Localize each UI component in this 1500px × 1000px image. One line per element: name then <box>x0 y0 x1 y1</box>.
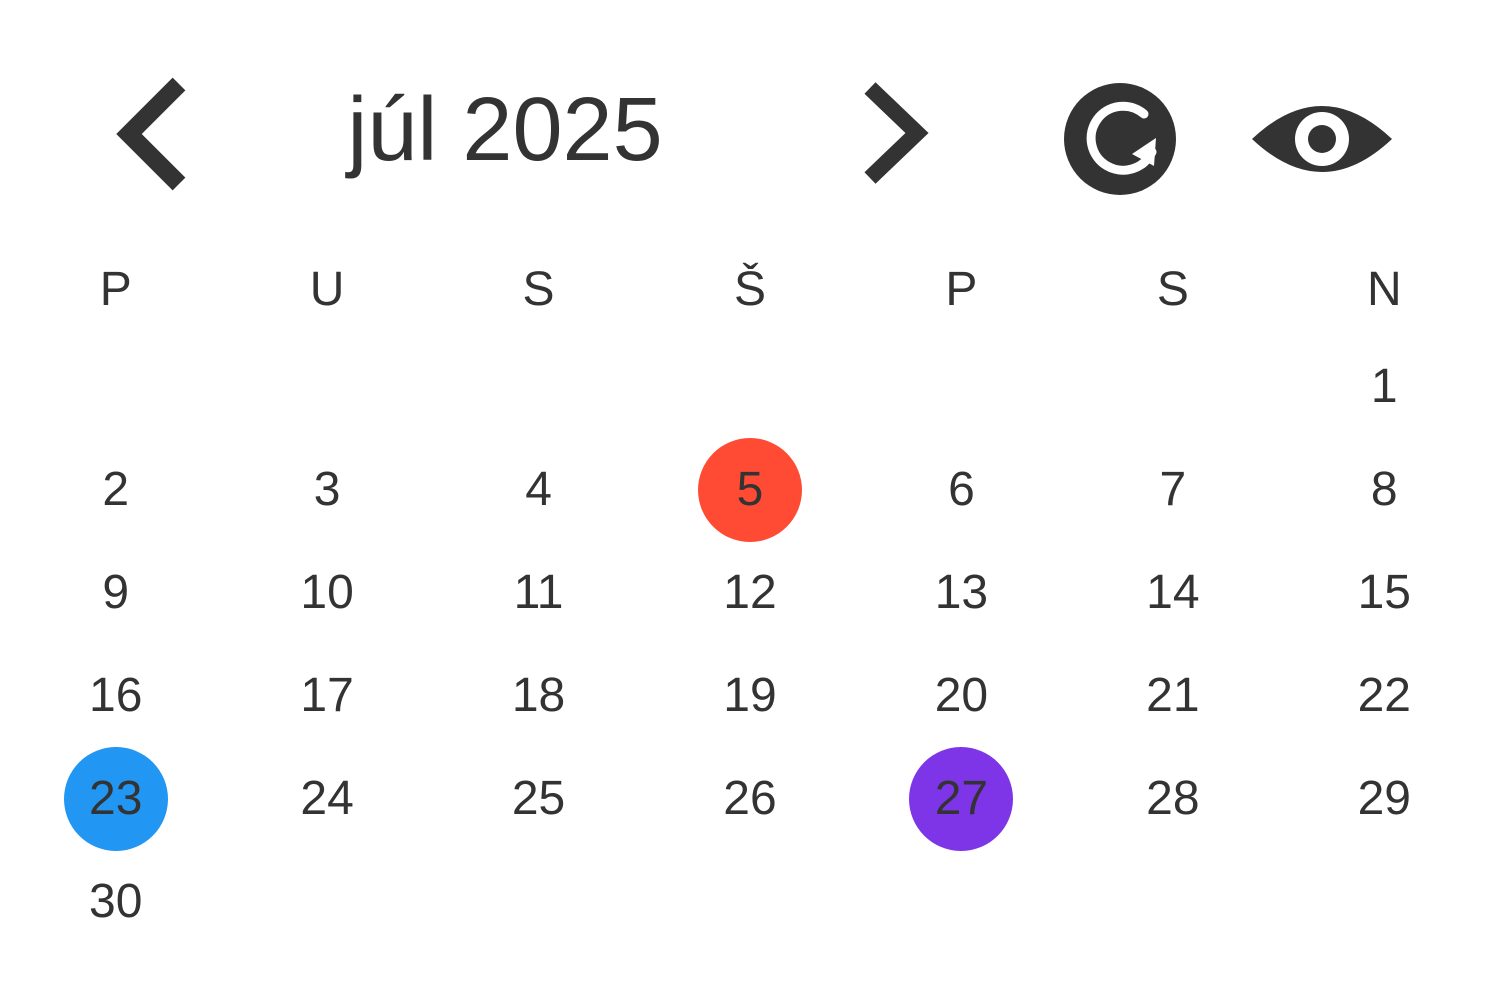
day-number[interactable]: 10 <box>275 541 379 645</box>
day-cell: 23 <box>10 746 221 851</box>
day-cell: 3 <box>221 438 432 541</box>
empty-day-cell <box>433 335 644 438</box>
day-number[interactable]: 28 <box>1121 747 1225 851</box>
day-number[interactable]: 7 <box>1121 438 1225 542</box>
month-title: júl 2025 <box>347 80 663 180</box>
weekday-label: P <box>99 263 132 316</box>
weekday-label: Š <box>733 263 766 316</box>
day-number[interactable]: 2 <box>64 438 168 542</box>
day-cell: 19 <box>644 644 855 747</box>
day-number[interactable]: 18 <box>487 644 591 748</box>
day-cell: 10 <box>221 541 432 644</box>
day-cell: 1 <box>1279 335 1490 438</box>
day-number[interactable]: 14 <box>1121 541 1225 645</box>
day-number-highlighted[interactable]: 5 <box>697 437 802 542</box>
day-cell: 27 <box>856 746 1067 851</box>
day-number[interactable]: 20 <box>909 644 1013 748</box>
weekday-label: U <box>309 263 345 316</box>
day-cell: 7 <box>1067 438 1278 541</box>
weekday-header: PUSŠPSN <box>10 255 1490 325</box>
day-cell: 12 <box>644 541 855 644</box>
day-number[interactable]: 8 <box>1332 438 1436 542</box>
day-number[interactable]: 21 <box>1121 644 1225 748</box>
day-grid: 1 2 3 4 5 6 7 8 9 10 11 12 13 14 15 16 17 18 19 20 21 22 23 24 2… <box>10 335 1490 953</box>
empty-day-cell <box>221 335 432 438</box>
empty-day-cell <box>10 335 221 438</box>
day-cell: 30 <box>10 850 221 953</box>
day-number[interactable]: 24 <box>275 747 379 851</box>
day-number[interactable]: 13 <box>909 541 1013 645</box>
weekday-label: S <box>522 263 555 316</box>
day-cell: 2 <box>10 438 221 541</box>
day-cell: 4 <box>433 438 644 541</box>
day-cell: 5 <box>644 437 855 542</box>
day-cell: 22 <box>1279 644 1490 747</box>
day-cell: 18 <box>433 644 644 747</box>
day-number[interactable]: 17 <box>275 644 379 748</box>
weekday-label: P <box>945 263 978 316</box>
day-cell: 24 <box>221 747 432 850</box>
day-number[interactable]: 15 <box>1332 541 1436 645</box>
day-number[interactable]: 1 <box>1332 335 1436 439</box>
day-number[interactable]: 3 <box>275 438 379 542</box>
day-cell: 20 <box>856 644 1067 747</box>
day-number[interactable]: 4 <box>487 438 591 542</box>
day-cell: 15 <box>1279 541 1490 644</box>
day-number-highlighted[interactable]: 27 <box>909 746 1014 851</box>
day-cell: 11 <box>433 541 644 644</box>
day-cell: 25 <box>433 747 644 850</box>
day-number[interactable]: 29 <box>1332 747 1436 851</box>
day-number[interactable]: 30 <box>64 850 168 954</box>
day-cell: 6 <box>856 438 1067 541</box>
day-number[interactable]: 11 <box>487 541 591 645</box>
weekday-label: S <box>1156 263 1189 316</box>
empty-day-cell <box>1067 335 1278 438</box>
day-number[interactable]: 25 <box>487 747 591 851</box>
day-cell: 8 <box>1279 438 1490 541</box>
day-cell: 16 <box>10 644 221 747</box>
day-number[interactable]: 16 <box>64 644 168 748</box>
empty-day-cell <box>856 335 1067 438</box>
day-cell: 13 <box>856 541 1067 644</box>
day-cell: 28 <box>1067 747 1278 850</box>
day-cell: 29 <box>1279 747 1490 850</box>
day-number[interactable]: 12 <box>698 541 802 645</box>
chevron-left-icon[interactable] <box>105 72 200 197</box>
day-number[interactable]: 22 <box>1332 644 1436 748</box>
chevron-right-icon[interactable] <box>850 78 940 188</box>
day-number[interactable]: 6 <box>909 438 1013 542</box>
day-number[interactable]: 9 <box>64 541 168 645</box>
weekday-label: N <box>1366 263 1402 316</box>
empty-day-cell <box>644 335 855 438</box>
refresh-icon[interactable] <box>1060 80 1180 198</box>
day-cell: 21 <box>1067 644 1278 747</box>
day-cell: 17 <box>221 644 432 747</box>
day-cell: 9 <box>10 541 221 644</box>
day-number-highlighted[interactable]: 23 <box>63 746 168 851</box>
day-cell: 14 <box>1067 541 1278 644</box>
day-number[interactable]: 19 <box>698 644 802 748</box>
day-number[interactable]: 26 <box>698 747 802 851</box>
calendar-widget: júl 2025 PUSŠPSN 1 2 3 4 5 6 7 8 9 10 11 12 13 14 15 16… <box>0 0 1500 1000</box>
eye-icon[interactable] <box>1248 93 1396 185</box>
day-cell: 26 <box>644 747 855 850</box>
